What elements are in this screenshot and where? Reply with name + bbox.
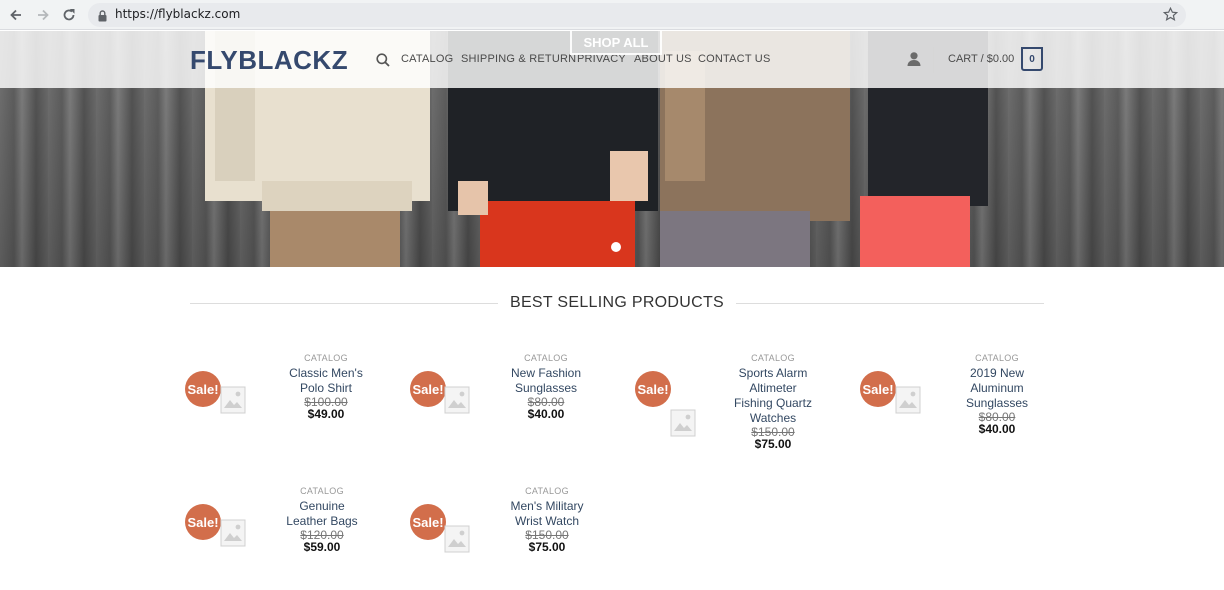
product-name[interactable]: Sports Alarm Altimeter Fishing Quartz Wa… [731, 366, 815, 426]
image-placeholder-icon[interactable] [220, 386, 246, 414]
product-name[interactable]: 2019 New Aluminum Sunglasses [955, 366, 1039, 411]
sale-badge: Sale! [410, 504, 446, 540]
product-category[interactable]: CATALOG [284, 352, 368, 364]
product-card[interactable]: Sale! CATALOG Genuine Leather Bags $120.… [185, 485, 414, 590]
product-price: $40.00 [527, 407, 565, 421]
arrow-right-icon[interactable] [33, 5, 53, 25]
header-divider [933, 47, 934, 73]
nav-shipping-return[interactable]: SHIPPING & RETURN [461, 53, 576, 65]
sale-badge: Sale! [410, 371, 446, 407]
product-category[interactable]: CATALOG [731, 352, 815, 364]
image-placeholder-icon[interactable] [670, 409, 696, 437]
image-placeholder-icon[interactable] [444, 386, 470, 414]
product-info: CATALOG Men's Military Wrist Watch $150.… [505, 485, 589, 553]
product-info: CATALOG 2019 New Aluminum Sunglasses $80… [955, 352, 1039, 435]
sale-badge: Sale! [185, 371, 221, 407]
product-info: CATALOG Genuine Leather Bags $120.00 $59… [280, 485, 364, 553]
cart-count-badge[interactable]: 0 [1021, 47, 1043, 71]
star-icon[interactable] [1162, 6, 1179, 27]
product-price: $59.00 [303, 540, 341, 554]
product-category[interactable]: CATALOG [504, 352, 588, 364]
product-category[interactable]: CATALOG [955, 352, 1039, 364]
product-price: $75.00 [754, 437, 792, 451]
product-category[interactable]: CATALOG [505, 485, 589, 497]
image-placeholder-icon[interactable] [444, 525, 470, 553]
search-icon[interactable] [376, 53, 390, 72]
product-card[interactable]: Sale! CATALOG New Fashion Sunglasses $80… [410, 352, 639, 482]
product-price: $40.00 [978, 422, 1016, 436]
product-info: CATALOG Sports Alarm Altimeter Fishing Q… [731, 352, 815, 450]
slider-dot[interactable] [611, 242, 621, 252]
cart-link[interactable]: CART / $0.00 [948, 53, 1014, 65]
lock-icon [98, 9, 107, 27]
site-logo[interactable]: FLYBLACKZ [190, 45, 348, 76]
product-price: $75.00 [528, 540, 566, 554]
sale-badge: Sale! [185, 504, 221, 540]
shop-all-button[interactable]: SHOP ALL [570, 31, 662, 55]
sale-badge: Sale! [860, 371, 896, 407]
product-category[interactable]: CATALOG [280, 485, 364, 497]
user-icon[interactable] [906, 51, 922, 72]
product-card[interactable]: Sale! CATALOG 2019 New Aluminum Sunglass… [860, 352, 1089, 482]
product-name[interactable]: Classic Men's Polo Shirt [284, 366, 368, 396]
section-title: BEST SELLING PRODUCTS [497, 294, 737, 311]
product-name[interactable]: Genuine Leather Bags [280, 499, 364, 529]
product-name[interactable]: Men's Military Wrist Watch [505, 499, 589, 529]
product-card[interactable]: Sale! CATALOG Men's Military Wrist Watch… [410, 485, 639, 590]
product-card[interactable]: Sale! CATALOG Sports Alarm Altimeter Fis… [635, 352, 864, 482]
product-card[interactable]: Sale! CATALOG Classic Men's Polo Shirt $… [185, 352, 414, 482]
product-info: CATALOG New Fashion Sunglasses $80.00 $4… [504, 352, 588, 420]
site-header: FLYBLACKZ CATALOG SHIPPING & RETURN PRIV… [0, 31, 1224, 88]
browser-toolbar: https://flyblackz.com [0, 0, 1224, 30]
image-placeholder-icon[interactable] [220, 519, 246, 547]
product-info: CATALOG Classic Men's Polo Shirt $100.00… [284, 352, 368, 420]
product-price: $49.00 [307, 407, 345, 421]
arrow-left-icon[interactable] [6, 5, 26, 25]
nav-catalog[interactable]: CATALOG [401, 53, 453, 65]
product-name[interactable]: New Fashion Sunglasses [504, 366, 588, 396]
url-text: https://flyblackz.com [115, 7, 241, 21]
address-bar[interactable]: https://flyblackz.com [88, 3, 1186, 27]
image-placeholder-icon[interactable] [895, 386, 921, 414]
section-heading: BEST SELLING PRODUCTS [190, 294, 1044, 314]
reload-icon[interactable] [59, 5, 79, 25]
nav-contact-us[interactable]: CONTACT US [698, 53, 771, 65]
sale-badge: Sale! [635, 371, 671, 407]
